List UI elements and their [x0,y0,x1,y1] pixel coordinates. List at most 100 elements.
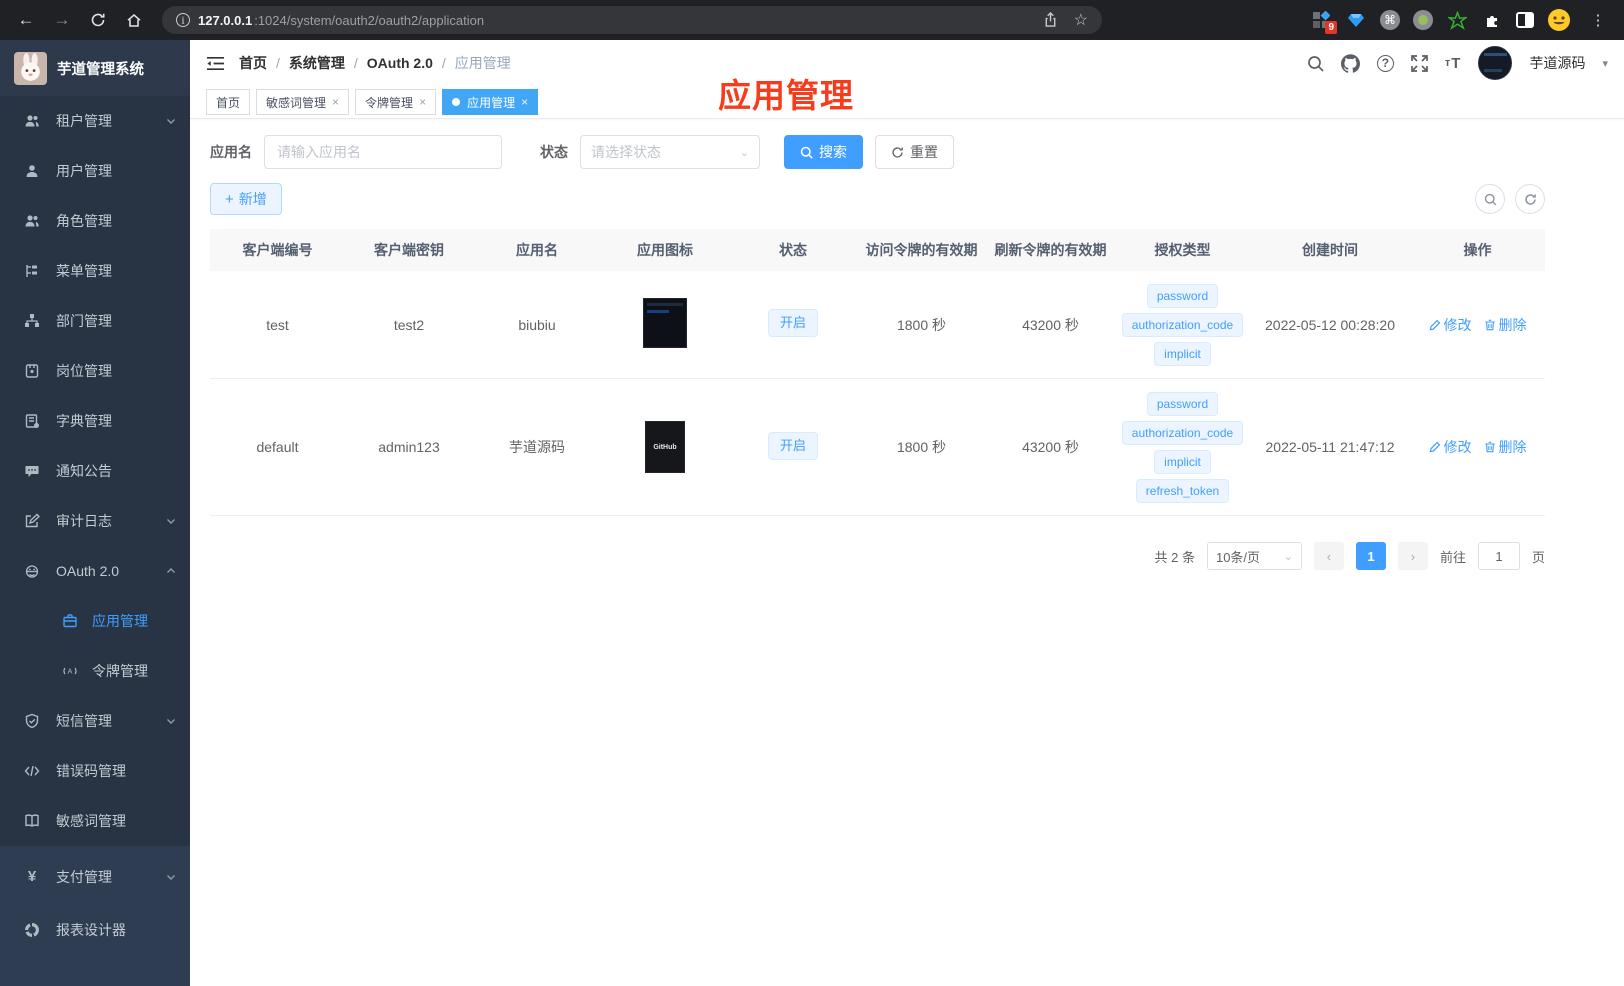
filter-form: 应用名 状态 请选择状态 ⌄ 搜索 重置 [210,135,1604,169]
sidebar-item-role[interactable]: 角色管理 [0,196,190,246]
cell-created-time: 2022-05-12 00:28:20 [1265,316,1395,333]
sidebar-item-dict[interactable]: 字典管理 [0,396,190,446]
sidebar-fold-icon[interactable] [206,55,225,72]
user-name[interactable]: 芋道源码 [1529,53,1585,73]
page-size-select[interactable]: 10条/页 ⌄ [1206,542,1302,570]
extension-grid-icon[interactable]: 9 [1310,9,1337,34]
sidebar-item-user[interactable]: 用户管理 [0,146,190,196]
annotation-overlay: 应用管理 [718,77,854,114]
breadcrumb-oauth[interactable]: OAuth 2.0 [367,55,433,71]
browser-extensions-area: 9 ⌘ ⋮ [1310,6,1612,34]
edit-button[interactable]: 修改 [1429,437,1472,457]
browser-refresh-icon[interactable] [84,6,112,34]
prev-page-button[interactable]: ‹ [1313,542,1344,570]
goto-label: 前往 [1439,549,1466,565]
cell-created-time: 2022-05-11 21:47:12 [1265,439,1395,455]
goto-page-input[interactable] [1477,542,1520,570]
browser-chrome: ← → i 127.0.0.1:1024/system/oauth2/oauth… [0,0,1624,40]
sidebar-item-label: 通知公告 [56,463,112,479]
delete-button[interactable]: 删除 [1484,437,1527,457]
tab-sensitive-word[interactable]: 敏感词管理 × [256,89,350,115]
star-extension-icon[interactable] [1446,9,1468,31]
chevron-down-icon [166,116,176,126]
sidebar-item-label: OAuth 2.0 [56,563,120,579]
browser-back-icon[interactable]: ← [12,6,40,34]
site-info-icon[interactable]: i [176,13,190,27]
sidebar-item-oauth-token[interactable]: A 令牌管理 [0,646,190,696]
recorder-extension-icon[interactable] [1413,10,1433,30]
extensions-puzzle-icon[interactable] [1481,9,1503,31]
sidebar-item-report-designer[interactable]: 报表设计器 [0,903,190,956]
font-size-icon[interactable]: тT [1445,55,1462,72]
sidebar-item-menu[interactable]: 菜单管理 [0,246,190,296]
github-icon[interactable] [1340,53,1360,73]
grant-type-tag: refresh_token [1135,478,1230,503]
sidebar-item-audit-log[interactable]: 审计日志 [0,496,190,546]
sidebar-bottom-section: ¥ 支付管理 报表设计器 [0,846,190,986]
edit-button[interactable]: 修改 [1429,315,1472,335]
chevron-down-icon [166,872,176,882]
help-icon[interactable]: ? [1376,54,1394,72]
app-name-input[interactable] [264,135,502,169]
refresh-table-icon[interactable] [1515,184,1545,214]
search-icon[interactable] [1307,55,1324,72]
close-icon[interactable]: × [332,95,339,109]
sidebar-item-label: 用户管理 [56,163,112,179]
sidebar-item-pay[interactable]: ¥ 支付管理 [0,850,190,903]
sidebar-item-label: 部门管理 [56,313,112,329]
column-header: 访问令牌的有效期 [865,242,978,258]
chevron-down-icon: ⌄ [1283,550,1293,563]
main-area: 应用管理 首页 / 系统管理 / OAuth 2.0 / 应用管理 ? т T … [190,40,1624,986]
reset-button[interactable]: 重置 [875,135,954,169]
url-bar[interactable]: i 127.0.0.1:1024/system/oauth2/oauth2/ap… [162,6,1102,34]
record-dot [1418,15,1428,25]
bookmark-star-icon[interactable]: ☆ [1074,10,1088,30]
browser-forward-icon[interactable]: → [48,6,76,34]
command-extension-icon[interactable]: ⌘ [1380,10,1400,30]
page-number-button[interactable]: 1 [1355,542,1386,570]
breadcrumb-home[interactable]: 首页 [239,53,267,73]
tab-token[interactable]: 令牌管理 × [355,89,437,115]
tab-split-icon[interactable] [1516,12,1534,28]
search-button[interactable]: 搜索 [784,135,863,169]
gem-extension-icon[interactable] [1345,9,1367,31]
user-avatar[interactable] [1478,46,1513,80]
tab-application[interactable]: 应用管理 × [442,89,539,115]
sidebar-logo[interactable]: 芋道管理系统 [0,40,190,96]
profile-avatar-icon[interactable] [1547,8,1571,32]
cell-app-icon: GitHub [641,411,689,483]
status-select[interactable]: 请选择状态 ⌄ [580,135,760,169]
cell-client-secret: admin123 [378,439,440,455]
sidebar-item-dept[interactable]: 部门管理 [0,296,190,346]
sidebar-item-sensitive-word[interactable]: 敏感词管理 [0,796,190,846]
sidebar-item-label: 短信管理 [56,713,112,729]
column-header: 创建时间 [1302,242,1358,258]
column-header: 客户端编号 [242,242,313,258]
sidebar-item-tenant[interactable]: 租户管理 [0,96,190,146]
sidebar-item-notice[interactable]: 通知公告 [0,446,190,496]
add-button[interactable]: + 新增 [210,183,282,215]
close-icon[interactable]: × [521,95,528,109]
close-icon[interactable]: × [419,95,426,109]
grant-type-tag: password [1146,283,1219,308]
sidebar-item-oauth[interactable]: OAuth 2.0 [0,546,190,596]
delete-button[interactable]: 删除 [1484,315,1527,335]
fullscreen-icon[interactable] [1411,54,1428,72]
share-icon[interactable] [1043,12,1058,28]
logo-rabbit-icon [14,51,47,85]
browser-home-icon[interactable] [120,6,148,34]
user-caret-icon[interactable]: ▾ [1602,57,1608,70]
sidebar-item-oauth-application[interactable]: 应用管理 [0,596,190,646]
chevron-down-icon [166,516,176,526]
cell-grant-types: password authorization_code implicit ref… [1118,379,1247,515]
sidebar-item-errcode[interactable]: 错误码管理 [0,746,190,796]
table-option-buttons [1475,184,1545,214]
tab-home[interactable]: 首页 [206,89,251,115]
sidebar-item-post[interactable]: 岗位管理 [0,346,190,396]
sidebar-item-sms[interactable]: 短信管理 [0,696,190,746]
sidebar-item-label: 菜单管理 [56,263,112,279]
toggle-search-icon[interactable] [1475,184,1505,214]
browser-menu-icon[interactable]: ⋮ [1584,6,1612,34]
breadcrumb-system[interactable]: 系统管理 [289,53,345,73]
next-page-button[interactable]: › [1397,542,1428,570]
